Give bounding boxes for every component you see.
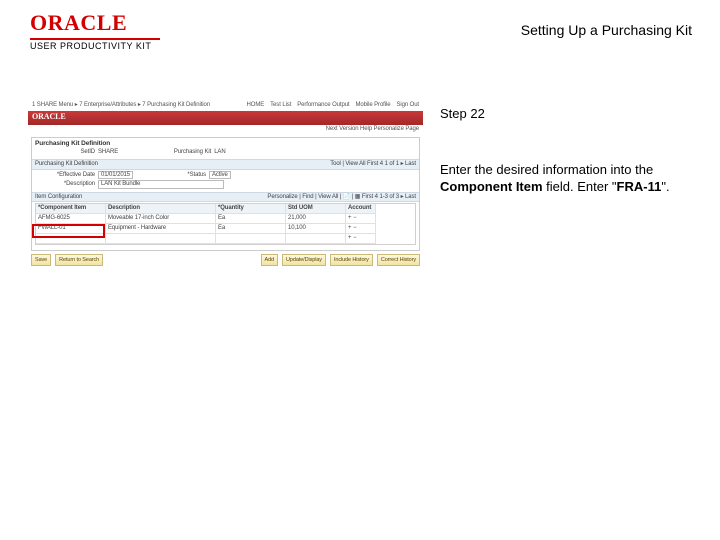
bar2-right: Personalize | Find | View All | 📄 | ▦ Fi… <box>267 194 416 201</box>
logo-block: ORACLE USER PRODUCTIVITY KIT <box>30 10 160 51</box>
bar1-left: Purchasing Kit Definition <box>35 161 98 168</box>
cell-r1-c2[interactable]: Ea <box>216 224 286 234</box>
col-component-item: *Component Item <box>36 204 106 214</box>
save-button[interactable]: Save <box>31 254 51 266</box>
setid-label: SetID <box>35 149 95 156</box>
col-stduom: Std UOM <box>286 204 346 214</box>
cell-r0-c0[interactable]: AFMG-6025 <box>36 214 106 224</box>
desc-field[interactable]: LAN Kit Bundle <box>98 180 224 189</box>
col-account: Account <box>346 204 376 214</box>
instruction-prefix: Enter the desired information into the <box>440 162 653 177</box>
instruction-suffix: ". <box>661 179 669 194</box>
cell-r1-c0[interactable]: FWALL-01 <box>36 224 106 234</box>
crumb-perf[interactable]: Performance Output <box>297 102 349 109</box>
update-display-button[interactable]: Update/Display <box>282 254 326 266</box>
crumb-signout[interactable]: Sign Out <box>396 102 419 109</box>
embedded-screenshot: 1 SHARE Menu ▸ 7 Enterprise/Attributes ▸… <box>28 100 423 260</box>
breadcrumb: 1 SHARE Menu ▸ 7 Enterprise/Attributes ▸… <box>28 100 423 111</box>
cell-r2-c3 <box>286 234 346 244</box>
bar2-left: Item Configuration <box>35 194 82 201</box>
breadcrumb-left: 1 SHARE Menu ▸ 7 Enterprise/Attributes ▸… <box>32 102 210 109</box>
crumb-testlist[interactable]: Test List <box>270 102 291 109</box>
section-bar-1: Purchasing Kit Definition Tool | View Al… <box>32 159 419 170</box>
instruction-field-name: Component Item <box>440 179 543 194</box>
cell-r2-c2[interactable] <box>216 234 286 244</box>
add-button[interactable]: Add <box>261 254 279 266</box>
cell-r2-c1 <box>106 234 216 244</box>
status-label: *Status <box>136 172 206 179</box>
effdate-label: *Effective Date <box>35 172 95 179</box>
instruction-value: FRA-11 <box>617 179 662 194</box>
brand-text: ORACLE <box>32 113 66 122</box>
breadcrumb-right: HOME Test List Performance Output Mobile… <box>247 102 419 109</box>
footer-buttons: Save Return to Search Add Update/Display… <box>31 254 420 266</box>
cell-r2-c4[interactable]: + − <box>346 234 376 244</box>
correct-history-button[interactable]: Correct History <box>377 254 420 266</box>
logo-divider <box>30 38 160 40</box>
sub-bar: Next Version Help Personalize Page <box>28 125 423 134</box>
form-box: Purchasing Kit Definition SetID SHARE Pu… <box>31 137 420 251</box>
form-title: Purchasing Kit Definition <box>35 140 416 147</box>
instruction-mid: field. Enter " <box>543 179 617 194</box>
section-bar-2: Item Configuration Personalize | Find | … <box>32 192 419 203</box>
cell-r1-c3: 10,100 <box>286 224 346 234</box>
return-search-button[interactable]: Return to Search <box>55 254 103 266</box>
cell-r2-c0[interactable] <box>36 234 106 244</box>
step-label: Step 22 <box>440 105 690 123</box>
effdate-field[interactable]: 01/01/2015 <box>98 171 133 180</box>
crumb-profile[interactable]: Mobile Profile <box>356 102 391 109</box>
cell-r0-c4[interactable]: + − <box>346 214 376 224</box>
page-title: Setting Up a Purchasing Kit <box>521 22 692 38</box>
status-field[interactable]: Active <box>209 171 231 180</box>
oracle-logo: ORACLE <box>30 10 160 36</box>
logo-subtitle: USER PRODUCTIVITY KIT <box>30 41 160 51</box>
setid-value: SHARE <box>98 149 118 156</box>
col-description: Description <box>106 204 216 214</box>
component-grid: *Component Item Description *Quantity St… <box>35 203 416 245</box>
instruction-panel: Step 22 Enter the desired information in… <box>440 105 690 196</box>
cell-r0-c1: Moveable 17-inch Color <box>106 214 216 224</box>
bar1-right: Tool | View All First 4 1 of 1 ▸ Last <box>330 161 416 168</box>
include-history-button[interactable]: Include History <box>330 254 373 266</box>
kit-value: LAN <box>214 149 225 156</box>
col-quantity: *Quantity <box>216 204 286 214</box>
instruction-text: Enter the desired information into the C… <box>440 161 690 196</box>
cell-r1-c1: Equipment - Hardware <box>106 224 216 234</box>
cell-r0-c3: 21,000 <box>286 214 346 224</box>
brand-bar: ORACLE <box>28 111 423 125</box>
kit-label: Purchasing Kit <box>121 149 211 156</box>
cell-r0-c2[interactable]: Ea <box>216 214 286 224</box>
cell-r1-c4[interactable]: + − <box>346 224 376 234</box>
crumb-home[interactable]: HOME <box>247 102 265 109</box>
desc-label: *Description <box>35 181 95 188</box>
